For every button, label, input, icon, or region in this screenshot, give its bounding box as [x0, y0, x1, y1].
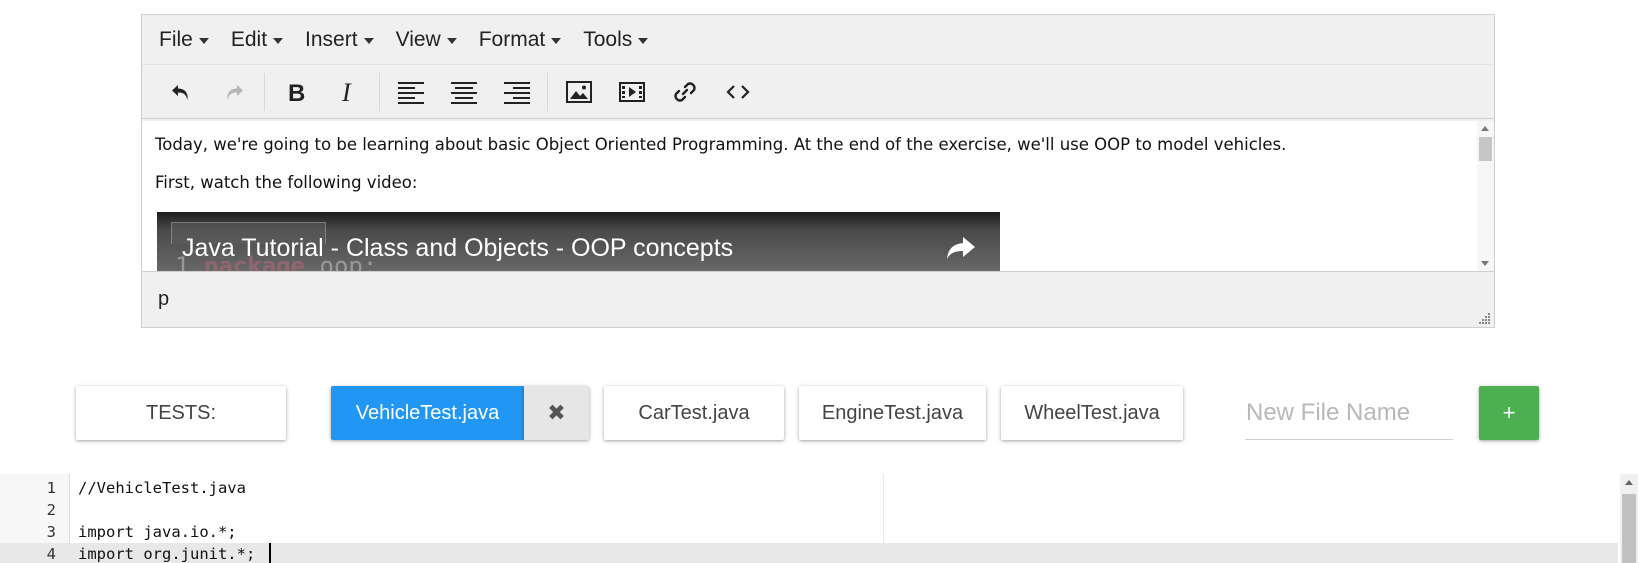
bold-icon: B [288, 80, 305, 105]
chevron-down-icon [551, 37, 562, 44]
menu-insert[interactable]: Insert [294, 15, 385, 64]
source-code-button[interactable] [711, 73, 764, 111]
chevron-down-icon [363, 37, 374, 44]
code-line: 1 //VehicleTest.java [0, 477, 1618, 499]
rich-text-editor: File Edit Insert View Format Tools B I T… [141, 14, 1495, 328]
menu-edit[interactable]: Edit [220, 15, 294, 64]
code-line-current: 4 import org.junit.*; [0, 543, 1618, 563]
text-cursor [269, 543, 271, 563]
svg-text:I: I [341, 79, 352, 105]
menubar: File Edit Insert View Format Tools [142, 15, 1494, 65]
formatting-toolbar: B I [142, 65, 1494, 119]
menu-file[interactable]: File [148, 15, 220, 64]
align-center-button[interactable] [437, 73, 490, 111]
link-icon [673, 81, 696, 102]
align-left-icon [397, 81, 424, 104]
scroll-up-icon[interactable] [1625, 480, 1633, 485]
menu-tools-label: Tools [583, 27, 633, 51]
alignment-group [379, 72, 547, 111]
svg-text:B: B [288, 80, 305, 105]
scroll-thumb[interactable] [1479, 137, 1492, 161]
code-line: 2 [0, 499, 1618, 521]
italic-button[interactable]: I [322, 73, 375, 111]
code-text: import org.junit.*; [78, 545, 256, 563]
content-scrollbar[interactable] [1477, 121, 1494, 271]
status-bar: p [142, 271, 1494, 327]
undo-icon [171, 84, 188, 100]
menu-format[interactable]: Format [468, 15, 573, 64]
align-center-icon [450, 81, 477, 104]
menu-tools[interactable]: Tools [572, 15, 659, 64]
align-left-button[interactable] [384, 73, 437, 111]
new-file-name-input[interactable] [1245, 386, 1453, 440]
redo-button[interactable] [207, 73, 260, 111]
line-number: 2 [46, 501, 56, 519]
insert-link-button[interactable] [658, 73, 711, 111]
scroll-up-icon[interactable] [1481, 126, 1489, 131]
undo-button[interactable] [154, 73, 207, 111]
scroll-down-icon[interactable] [1481, 261, 1489, 266]
redo-icon [226, 84, 243, 100]
italic-icon: I [341, 79, 352, 105]
paragraph: First, watch the following video: [155, 173, 418, 192]
chevron-down-icon [198, 37, 209, 44]
menu-insert-label: Insert [305, 27, 358, 51]
tests-label: TESTS: [76, 386, 286, 440]
code-line: 3 import java.io.*; [0, 521, 1618, 543]
file-tab-enginetest[interactable]: EngineTest.java [799, 386, 986, 440]
insert-image-button[interactable] [552, 73, 605, 111]
file-tab-vehicletest[interactable]: VehicleTest.java [331, 386, 524, 440]
chevron-down-icon [638, 37, 649, 44]
line-number: 1 [46, 479, 56, 497]
insert-video-button[interactable] [605, 73, 658, 111]
menu-view[interactable]: View [385, 15, 468, 64]
close-file-button[interactable]: ✖ [524, 386, 589, 440]
code-scrollbar[interactable] [1620, 474, 1638, 563]
embedded-video[interactable]: 1 package oop; Java Tutorial - Class and… [157, 212, 1000, 271]
align-right-icon [503, 81, 530, 104]
line-number: 3 [46, 523, 56, 541]
image-icon [565, 80, 592, 103]
code-text: import java.io.*; [78, 523, 237, 541]
menu-edit-label: Edit [230, 27, 268, 51]
paragraph: Today, we're going to be learning about … [155, 135, 1287, 154]
file-tab-cartest[interactable]: CarTest.java [604, 386, 784, 440]
bold-button[interactable]: B [269, 73, 322, 111]
video-title: Java Tutorial - Class and Objects - OOP … [182, 234, 734, 262]
scroll-thumb[interactable] [1622, 494, 1636, 563]
code-icon [725, 84, 750, 99]
menu-file-label: File [159, 27, 193, 51]
close-icon: ✖ [547, 400, 566, 425]
resize-handle-icon[interactable] [1479, 312, 1491, 324]
chevron-down-icon [273, 37, 284, 44]
text-style-group: B I [264, 72, 379, 111]
menu-view-label: View [395, 27, 441, 51]
line-number: 4 [46, 545, 56, 563]
history-group [150, 73, 264, 111]
editor-content[interactable]: Today, we're going to be learning about … [142, 121, 1494, 271]
file-tab-wheeltest[interactable]: WheelTest.java [1001, 386, 1183, 440]
chevron-down-icon [446, 37, 457, 44]
align-right-button[interactable] [490, 73, 543, 111]
element-path[interactable]: p [158, 288, 169, 311]
menu-format-label: Format [478, 27, 546, 51]
share-icon[interactable] [945, 235, 977, 261]
add-file-button[interactable]: + [1479, 386, 1539, 440]
code-editor[interactable]: 1 //VehicleTest.java 2 3 import java.io.… [0, 474, 1638, 563]
video-icon [618, 81, 645, 102]
code-text: //VehicleTest.java [78, 479, 246, 497]
insert-group [547, 72, 768, 111]
